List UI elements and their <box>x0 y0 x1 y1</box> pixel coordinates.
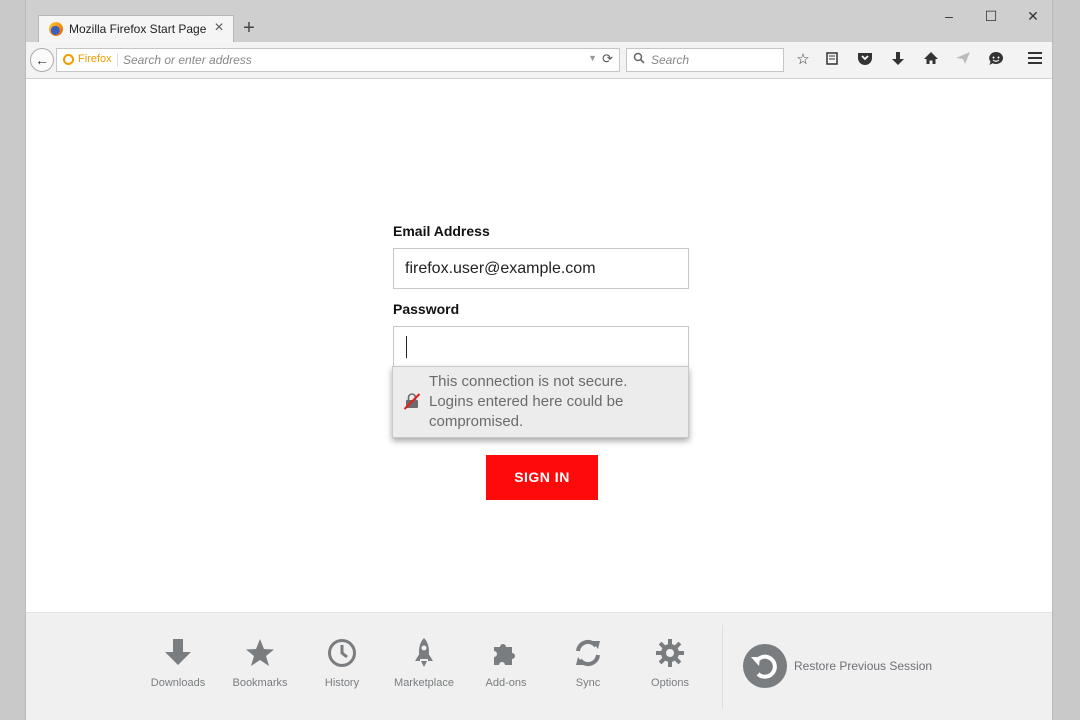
launcher-downloads[interactable]: Downloads <box>138 637 218 697</box>
text-caret <box>406 336 407 358</box>
new-tab-button[interactable]: + <box>241 18 257 38</box>
launcher-marketplace[interactable]: Marketplace <box>384 637 464 697</box>
launcher-label: Sync <box>575 677 601 689</box>
launcher-label: Marketplace <box>394 677 454 689</box>
password-field[interactable] <box>393 326 689 367</box>
firefox-logo-icon <box>49 22 63 36</box>
warning-line-3: compromised. <box>429 413 524 430</box>
restore-session-button[interactable]: Restore Previous Session <box>742 643 982 691</box>
insecure-lock-icon <box>403 392 421 410</box>
password-label: Password <box>393 301 460 317</box>
launcher-label: Add-ons <box>485 677 527 689</box>
launcher-label: Options <box>651 677 689 689</box>
share-icon[interactable] <box>952 51 974 69</box>
launcher-label: History <box>324 677 360 689</box>
bookmark-star-icon[interactable]: ☆ <box>792 51 814 69</box>
warning-line-1: This connection is not secure. <box>429 373 628 390</box>
insecure-login-warning: This connection is not secure. Logins en… <box>392 366 689 438</box>
launcher-label: Downloads <box>150 677 206 689</box>
sync-icon <box>572 637 604 669</box>
search-placeholder: Search <box>651 53 690 67</box>
email-value: firefox.user@example.com <box>405 260 596 277</box>
email-label: Email Address <box>393 223 490 239</box>
reload-icon[interactable]: ⟳ <box>602 51 613 67</box>
back-button[interactable]: ← <box>30 48 54 72</box>
pocket-icon[interactable] <box>854 51 876 69</box>
tab-strip: Mozilla Firefox Start Page × + – ☐ ✕ <box>26 0 1052 42</box>
home-icon[interactable] <box>920 51 942 69</box>
address-separator <box>117 53 118 67</box>
launcher-bookmarks[interactable]: Bookmarks <box>220 637 300 697</box>
navigation-toolbar: ← Firefox Search or enter address ▼ ⟳ Se… <box>26 42 1052 79</box>
tab-title: Mozilla Firefox Start Page <box>69 22 207 36</box>
page-content: Email Address firefox.user@example.com P… <box>26 79 1052 612</box>
identity-label: Firefox <box>78 53 112 65</box>
download-icon <box>162 637 194 669</box>
browser-window: Mozilla Firefox Start Page × + – ☐ ✕ ← F… <box>25 0 1053 720</box>
clock-icon <box>326 637 358 669</box>
hello-chat-icon[interactable] <box>985 51 1007 69</box>
warning-line-2: Logins entered here could be <box>429 393 624 410</box>
launcher-addons[interactable]: Add-ons <box>466 637 546 697</box>
restore-session-label: Restore Previous Session <box>794 659 933 673</box>
launcher-history[interactable]: History <box>302 637 382 697</box>
rocket-icon <box>408 637 440 669</box>
email-field[interactable]: firefox.user@example.com <box>393 248 689 289</box>
address-placeholder: Search or enter address <box>123 53 252 67</box>
launcher-divider <box>722 625 723 709</box>
close-window-button[interactable]: ✕ <box>1018 6 1048 26</box>
menu-icon[interactable] <box>1024 51 1046 69</box>
sign-in-button[interactable]: SIGN IN <box>486 455 598 500</box>
launcher-options[interactable]: Options <box>630 637 710 697</box>
launcher-bar: Downloads Bookmarks History Marketplace … <box>26 612 1052 720</box>
maximize-button[interactable]: ☐ <box>976 6 1006 26</box>
close-tab-icon[interactable]: × <box>211 19 227 37</box>
bookmarks-menu-icon[interactable] <box>821 51 843 69</box>
launcher-sync[interactable]: Sync <box>548 637 628 697</box>
address-bar[interactable]: Firefox Search or enter address ▼ ⟳ <box>56 48 620 72</box>
gear-icon <box>654 637 686 669</box>
tab-start-page[interactable]: Mozilla Firefox Start Page × <box>38 15 234 42</box>
puzzle-icon <box>490 637 522 669</box>
identity-icon <box>63 54 74 65</box>
bookmark-star-icon <box>244 637 276 669</box>
search-bar[interactable]: Search <box>626 48 784 72</box>
history-dropdown-icon[interactable]: ▼ <box>588 53 597 63</box>
minimize-button[interactable]: – <box>934 6 964 26</box>
launcher-label: Bookmarks <box>232 677 288 689</box>
downloads-icon[interactable] <box>887 51 909 69</box>
restore-session-icon <box>742 643 788 689</box>
search-icon <box>633 52 645 67</box>
